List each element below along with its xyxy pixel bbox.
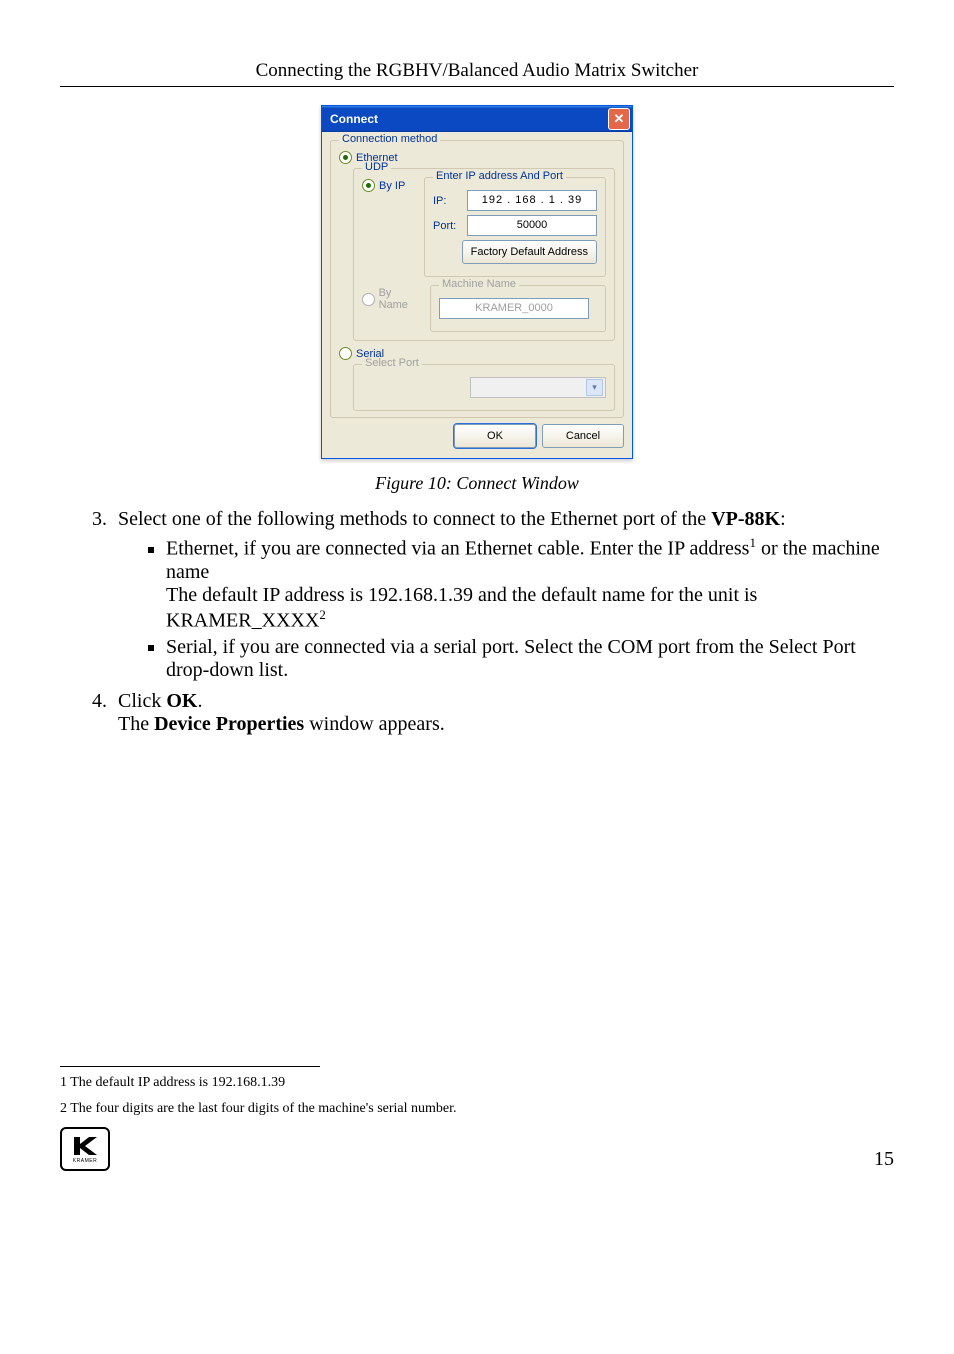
connection-method-group: Connection method Ethernet UDP By IP Ent… <box>330 140 624 418</box>
page-footer: KRAMER 15 <box>60 1127 894 1171</box>
dialog-titlebar: Connect ✕ <box>322 106 632 132</box>
step-4: Click OK. The Device Properties window a… <box>112 690 894 736</box>
brand-logo: KRAMER <box>60 1127 110 1171</box>
step-3: Select one of the following methods to c… <box>112 508 894 682</box>
radio-checked-icon <box>339 151 352 164</box>
footnote-rule <box>60 1066 320 1067</box>
by-name-label: By Name <box>379 287 422 311</box>
step3-text-c: : <box>780 508 786 530</box>
bullet-ethernet: Ethernet, if you are connected via an Et… <box>166 535 894 632</box>
by-ip-label: By IP <box>379 180 405 192</box>
step4-c: . <box>197 690 202 712</box>
dialog-body: Connection method Ethernet UDP By IP Ent… <box>322 132 632 458</box>
step3-text-a: Select one of the following methods to c… <box>118 508 711 530</box>
udp-group: UDP By IP Enter IP address And Port IP: … <box>353 168 615 341</box>
head-rule <box>60 86 894 87</box>
figure-caption: Figure 10: Connect Window <box>60 473 894 494</box>
port-input[interactable]: 50000 <box>467 215 597 236</box>
machine-name-input: KRAMER_0000 <box>439 298 589 319</box>
radio-unchecked-icon <box>362 293 375 306</box>
footnote-ref-2: 2 <box>319 607 326 622</box>
page-number: 15 <box>874 1148 894 1171</box>
machine-name-group: Machine Name KRAMER_0000 <box>430 285 606 332</box>
ip-port-group: Enter IP address And Port IP: 192 . 168 … <box>424 177 606 277</box>
step4-line2-c: window appears. <box>304 713 445 735</box>
step4-a: Click <box>118 690 166 712</box>
ok-button[interactable]: OK <box>454 424 536 448</box>
cancel-button[interactable]: Cancel <box>542 424 624 448</box>
dialog-buttons: OK Cancel <box>330 424 624 448</box>
ip-port-legend: Enter IP address And Port <box>433 170 566 182</box>
connection-method-legend: Connection method <box>339 133 440 145</box>
serial-port-select: ▾ <box>470 377 606 398</box>
ip-input[interactable]: 192 . 168 . 1 . 39 <box>467 190 597 211</box>
step4-line2-a: The <box>118 713 154 735</box>
radio-checked-icon <box>362 179 375 192</box>
bullet1-a: Ethernet, if you are connected via an Et… <box>166 538 749 560</box>
footnote-1: 1 The default IP address is 192.168.1.39 <box>60 1075 894 1091</box>
logo-k-icon <box>70 1135 100 1157</box>
select-port-legend: Select Port <box>362 357 422 369</box>
by-ip-radio-row[interactable]: By IP <box>362 179 416 192</box>
footnote-2: 2 The four digits are the last four digi… <box>60 1101 894 1117</box>
bullet1-c: The default IP address is 192.168.1.39 a… <box>166 584 757 632</box>
bullet-serial: Serial, if you are connected via a seria… <box>166 636 894 682</box>
dialog-title: Connect <box>330 112 378 126</box>
machine-name-legend: Machine Name <box>439 278 519 290</box>
step3-sublist: Ethernet, if you are connected via an Et… <box>118 535 894 682</box>
step3-text-b: VP-88K <box>711 508 780 530</box>
logo-brand-text: KRAMER <box>73 1158 97 1164</box>
step4-line2-b: Device Properties <box>154 713 304 735</box>
udp-legend: UDP <box>362 161 391 173</box>
step4-b: OK <box>166 690 197 712</box>
factory-default-button[interactable]: Factory Default Address <box>462 240 597 264</box>
select-port-group: Select Port ▾ <box>353 364 615 411</box>
running-head: Connecting the RGBHV/Balanced Audio Matr… <box>60 60 894 82</box>
footnotes: 1 The default IP address is 192.168.1.39… <box>60 1066 894 1117</box>
chevron-down-icon: ▾ <box>586 379 603 396</box>
port-field-label: Port: <box>433 220 461 232</box>
close-icon[interactable]: ✕ <box>608 108 630 130</box>
ip-field-label: IP: <box>433 195 461 207</box>
connect-dialog: Connect ✕ Connection method Ethernet UDP… <box>321 105 633 459</box>
instruction-list: Select one of the following methods to c… <box>60 508 894 736</box>
by-name-radio-row[interactable]: By Name <box>362 287 422 311</box>
radio-unchecked-icon <box>339 347 352 360</box>
